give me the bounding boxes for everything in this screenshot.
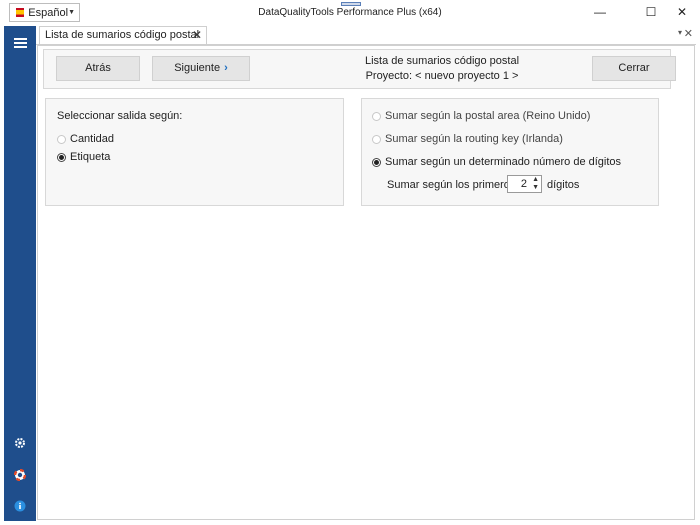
chevron-down-icon[interactable]: ▼ [532, 184, 539, 191]
minimize-button[interactable]: — [580, 0, 620, 24]
digits-suffix-label: dígitos [547, 179, 580, 191]
lifebuoy-icon[interactable] [4, 468, 36, 484]
radio-routing-key[interactable]: Sumar según la routing key (Irlanda) [372, 133, 563, 145]
info-icon[interactable] [4, 500, 36, 515]
close-tab-icon[interactable]: ✕ [684, 27, 693, 40]
radio-label: Sumar según la routing key (Irlanda) [385, 133, 563, 145]
back-button[interactable]: Atrás [56, 56, 140, 81]
digits-value[interactable]: 2 [521, 178, 527, 190]
tab-strip: Lista de sumarios código postal ✕ ▾ ✕ [36, 26, 696, 45]
radio-label: Sumar según un determinado número de díg… [385, 156, 622, 168]
radio-postal-area[interactable]: Sumar según la postal area (Reino Unido) [372, 110, 590, 122]
radio-button[interactable] [372, 157, 381, 167]
next-button[interactable]: Siguiente › [152, 56, 250, 81]
digits-stepper[interactable]: 2 ▲ ▼ [507, 175, 542, 193]
group-title: Seleccionar salida según: [57, 110, 183, 122]
hamburger-menu-icon[interactable] [4, 36, 36, 50]
page-title: Lista de sumarios código postal [364, 55, 520, 67]
close-window-button[interactable]: ✕ [662, 0, 700, 24]
next-button-label: Siguiente [174, 62, 221, 74]
radio-label: Cantidad [70, 133, 115, 145]
sidebar [4, 26, 36, 521]
title-bar: Español ▼ DataQualityTools Performance P… [0, 0, 700, 26]
project-label: Proyecto: < nuevo proyecto 1 > [365, 70, 519, 82]
radio-label: Etiqueta [70, 151, 111, 163]
digits-prefix-label: Sumar según los primeros [387, 179, 516, 191]
tab-close-icon[interactable]: ✕ [192, 28, 202, 42]
tab-list-dropdown-icon[interactable]: ▾ [678, 28, 682, 37]
radio-button[interactable] [372, 111, 381, 121]
tab-lista-sumarios[interactable]: Lista de sumarios código postal ✕ [39, 26, 207, 44]
radio-label: Sumar según la postal area (Reino Unido) [385, 110, 591, 122]
radio-cantidad[interactable]: Cantidad [57, 133, 114, 145]
radio-button[interactable] [57, 134, 66, 144]
tab-label: Lista de sumarios código postal [45, 29, 200, 41]
radio-digits[interactable]: Sumar según un determinado número de díg… [372, 156, 621, 168]
chevron-up-icon[interactable]: ▲ [532, 176, 539, 183]
radio-button[interactable] [372, 134, 381, 144]
gear-icon[interactable] [4, 437, 36, 452]
output-selection-group: Seleccionar salida según: Cantidad Etiqu… [45, 98, 344, 206]
drag-handle[interactable] [341, 2, 361, 6]
chevron-right-icon: › [224, 62, 228, 74]
close-button[interactable]: Cerrar [592, 56, 676, 81]
wizard-header: Atrás Siguiente › Lista de sumarios códig… [43, 49, 676, 89]
summary-mode-group: Sumar según la postal area (Reino Unido)… [361, 98, 659, 206]
radio-etiqueta[interactable]: Etiqueta [57, 151, 110, 163]
radio-button[interactable] [57, 152, 66, 162]
